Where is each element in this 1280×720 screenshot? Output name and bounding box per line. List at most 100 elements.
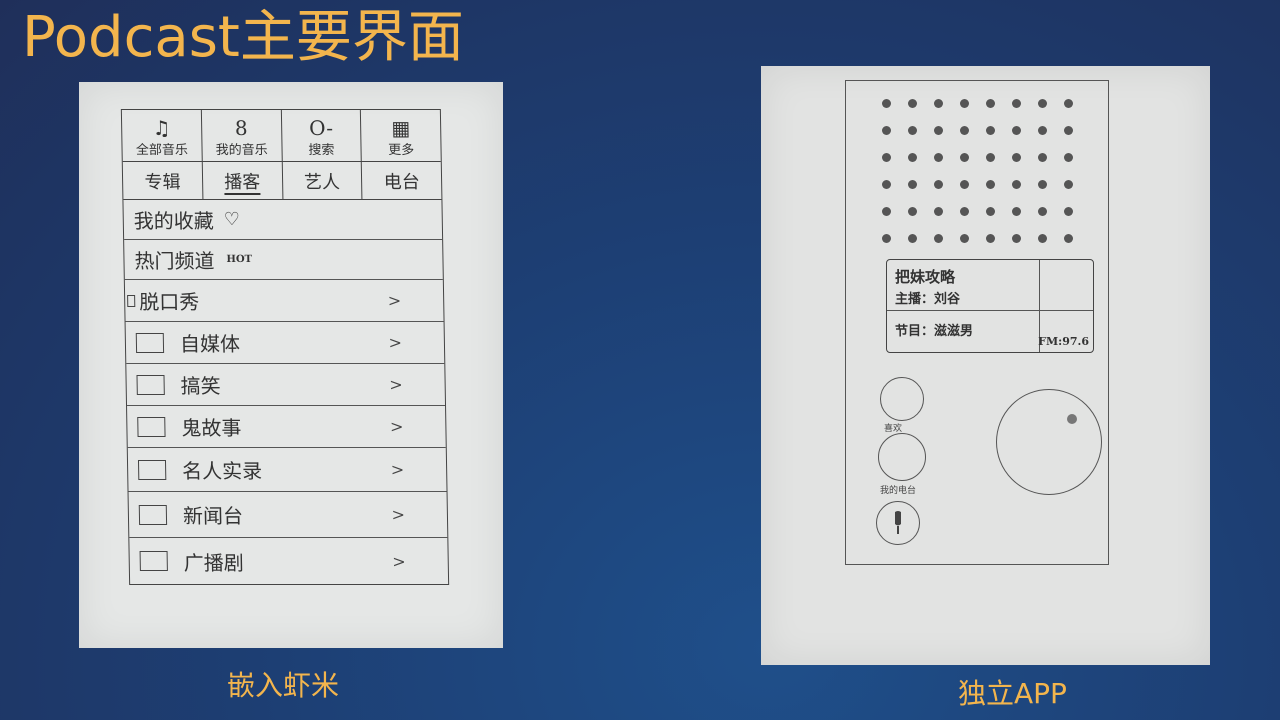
grille-dot [934, 180, 943, 189]
category-label: 鬼故事 [181, 416, 242, 440]
hot-channels-label: 热门频道 [134, 249, 215, 273]
app-sketch-photo: 把妹攻略 主播：刘谷 节目：滋滋男 FM:97.6 喜欢 我的电台 [761, 66, 1210, 665]
hot-badge: HOT [226, 254, 253, 265]
favorites-row[interactable]: 我的收藏 ♡ [123, 200, 443, 240]
grille-dot [934, 126, 943, 135]
list-item[interactable]: 新闻台 > [128, 492, 448, 538]
top-nav-label: 搜索 [308, 143, 335, 158]
top-nav-my-music[interactable]: 8 我的音乐 [201, 110, 283, 161]
chevron-right-icon: > [388, 333, 403, 352]
tab-podcast[interactable]: 播客 [202, 162, 283, 199]
grille-dot [1064, 126, 1073, 135]
list-item[interactable]: 脱口秀 > [124, 280, 444, 322]
now-playing-card[interactable]: 把妹攻略 主播：刘谷 节目：滋滋男 FM:97.6 [886, 259, 1094, 353]
microphone-icon [895, 511, 901, 534]
program-title: 把妹攻略 [895, 268, 956, 286]
grid-icon: ▦ [391, 116, 411, 140]
my-radio-label: 我的电台 [880, 486, 917, 496]
folder-icon [127, 294, 136, 307]
grille-dot [882, 126, 891, 135]
search-icon: O- [308, 116, 334, 140]
grille-dot [1012, 234, 1021, 243]
top-nav-all-music[interactable]: ♫ 全部音乐 [121, 110, 203, 161]
grille-dot [960, 180, 969, 189]
like-button[interactable] [880, 377, 924, 421]
grille-dot [1064, 99, 1073, 108]
list-item[interactable]: 鬼故事 > [127, 406, 446, 448]
list-item[interactable]: 名人实录 > [127, 448, 447, 492]
grille-dot [908, 153, 917, 162]
folder-icon [135, 332, 165, 353]
favorites-label: 我的收藏 [133, 209, 215, 233]
category-label: 广播剧 [183, 550, 244, 575]
category-label: 名人实录 [181, 459, 263, 483]
category-label: 新闻台 [182, 504, 244, 528]
tab-album[interactable]: 专辑 [122, 162, 204, 199]
grille-dot [1012, 99, 1021, 108]
grille-dot [934, 234, 943, 243]
app-phone-frame: 把妹攻略 主播：刘谷 节目：滋滋男 FM:97.6 喜欢 我的电台 [845, 80, 1109, 565]
grille-dot [960, 234, 969, 243]
grille-dot [908, 126, 917, 135]
grille-dot [986, 234, 995, 243]
folder-icon [138, 504, 168, 525]
list-item[interactable]: 广播剧 > [129, 538, 448, 584]
grille-dot [960, 153, 969, 162]
grille-dot [960, 126, 969, 135]
microphone-button[interactable] [876, 501, 920, 545]
folder-icon [137, 416, 166, 437]
tuning-dial[interactable] [996, 389, 1102, 495]
xiami-phone-frame: ♫ 全部音乐 8 我的音乐 O- 搜索 ▦ 更多 专辑 播客 艺人 电台 我的收… [120, 109, 450, 585]
chevron-right-icon: > [392, 551, 406, 571]
chevron-right-icon: > [389, 417, 404, 436]
left-caption: 嵌入虾米 [227, 669, 340, 702]
chevron-right-icon: > [389, 375, 403, 394]
grille-dot [986, 99, 995, 108]
folder-icon [139, 551, 168, 571]
heart-icon: ♡ [223, 209, 241, 230]
category-label: 脱口秀 [139, 290, 200, 314]
top-nav-more[interactable]: ▦ 更多 [361, 110, 441, 161]
top-nav-search[interactable]: O- 搜索 [281, 110, 363, 161]
grille-dot [986, 207, 995, 216]
grille-dot [882, 207, 891, 216]
top-nav-label: 我的音乐 [215, 143, 268, 158]
grille-dot [882, 180, 891, 189]
chevron-right-icon: > [390, 460, 405, 479]
list-item[interactable]: 自媒体 > [125, 322, 445, 364]
grille-dot [934, 99, 943, 108]
top-nav-label: 更多 [388, 143, 415, 158]
grille-dot [960, 99, 969, 108]
dial-indicator [1067, 414, 1077, 424]
frequency-label: FM:97.6 [1038, 335, 1089, 348]
grille-dot [1038, 234, 1047, 243]
folder-icon [136, 374, 165, 395]
category-label: 搞笑 [180, 374, 221, 398]
music-note-icon: ♫ [152, 116, 171, 140]
slide-title: Podcast主要界面 [22, 5, 464, 70]
grille-dot [1064, 153, 1073, 162]
xiami-sketch-photo: ♫ 全部音乐 8 我的音乐 O- 搜索 ▦ 更多 专辑 播客 艺人 电台 我的收… [79, 82, 503, 648]
chevron-right-icon: > [387, 291, 402, 310]
my-radio-button[interactable] [878, 433, 926, 481]
like-label: 喜欢 [884, 424, 903, 434]
hot-channels-row[interactable]: 热门频道 HOT [124, 240, 443, 280]
grille-dot [1038, 207, 1047, 216]
xiami-tabs: 专辑 播客 艺人 电台 [122, 162, 442, 200]
program-label: 节目：滋滋男 [895, 324, 974, 339]
list-item[interactable]: 搞笑 > [126, 364, 446, 406]
grille-dot [1012, 180, 1021, 189]
top-nav-label: 全部音乐 [135, 143, 189, 158]
user-icon: 8 [234, 116, 248, 140]
folder-icon [137, 459, 167, 480]
tab-artist[interactable]: 艺人 [282, 162, 363, 199]
grille-dot [882, 153, 891, 162]
grille-dot [908, 180, 917, 189]
grille-dot [908, 99, 917, 108]
grille-dot [934, 207, 943, 216]
tab-radio[interactable]: 电台 [362, 162, 441, 199]
host-label: 主播：刘谷 [895, 292, 961, 307]
grille-dot [1038, 126, 1047, 135]
grille-dot [1064, 207, 1073, 216]
xiami-top-nav: ♫ 全部音乐 8 我的音乐 O- 搜索 ▦ 更多 [121, 110, 441, 162]
